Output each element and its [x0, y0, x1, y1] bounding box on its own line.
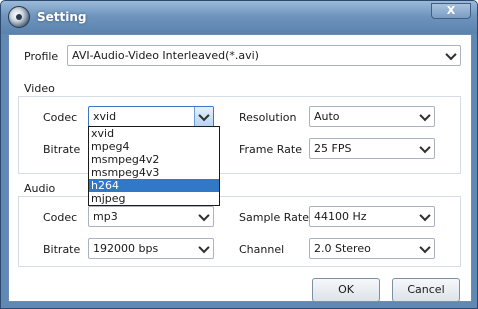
audio-bitrate-value: 192000 bps — [93, 242, 159, 255]
chevron-down-icon[interactable] — [195, 239, 213, 258]
video-codec-select[interactable]: xvid — [88, 106, 214, 127]
samplerate-value: 44100 Hz — [314, 210, 367, 223]
framerate-select[interactable]: 25 FPS — [309, 138, 435, 159]
chevron-down-icon[interactable] — [442, 46, 460, 65]
dialog-body: Profile AVI-Audio-Video Interleaved(*.av… — [8, 34, 472, 302]
video-codec-label: Codec — [43, 111, 78, 124]
audio-bitrate-select[interactable]: 192000 bps — [88, 238, 214, 259]
chevron-down-icon[interactable] — [416, 139, 434, 158]
chevron-down-icon[interactable] — [416, 207, 434, 226]
audio-section-title: Audio — [24, 182, 56, 195]
profile-select[interactable]: AVI-Audio-Video Interleaved(*.avi) — [67, 45, 461, 66]
audio-bitrate-label: Bitrate — [43, 243, 81, 256]
codec-option[interactable]: mjpeg — [89, 192, 219, 205]
cancel-button[interactable]: Cancel — [392, 278, 460, 302]
resolution-label: Resolution — [239, 111, 297, 124]
close-button[interactable]: X — [431, 3, 471, 19]
audio-codec-select[interactable]: mp3 — [88, 206, 214, 227]
chevron-down-icon[interactable] — [195, 207, 213, 226]
channel-select[interactable]: 2.0 Stereo — [309, 238, 435, 259]
title-bar[interactable]: Setting X — [1, 1, 477, 34]
framerate-value: 25 FPS — [314, 142, 352, 155]
codec-option-highlighted[interactable]: h264 — [89, 179, 219, 192]
profile-label: Profile — [24, 50, 59, 63]
samplerate-select[interactable]: 44100 Hz — [309, 206, 435, 227]
ok-button[interactable]: OK — [312, 278, 380, 302]
channel-label: Channel — [239, 243, 285, 256]
audio-codec-label: Codec — [43, 211, 78, 224]
codec-option[interactable]: mpeg4 — [89, 140, 219, 153]
framerate-label: Frame Rate — [239, 143, 302, 156]
chevron-down-icon[interactable] — [416, 107, 434, 126]
resolution-select[interactable]: Auto — [309, 106, 435, 127]
app-film-reel-icon — [8, 6, 30, 28]
video-codec-dropdown-list[interactable]: xvid mpeg4 msmpeg4v2 msmpeg4v3 h264 mjpe… — [88, 126, 220, 206]
channel-value: 2.0 Stereo — [314, 242, 371, 255]
audio-codec-value: mp3 — [93, 210, 118, 223]
video-codec-value: xvid — [93, 110, 117, 123]
video-bitrate-label: Bitrate — [43, 143, 81, 156]
profile-value: AVI-Audio-Video Interleaved(*.avi) — [72, 49, 259, 62]
video-section-title: Video — [24, 82, 55, 95]
resolution-value: Auto — [314, 110, 340, 123]
window-title: Setting — [37, 10, 87, 24]
samplerate-label: Sample Rate — [239, 211, 309, 224]
chevron-down-icon[interactable] — [416, 239, 434, 258]
chevron-down-icon[interactable] — [194, 107, 213, 126]
codec-option[interactable]: xvid — [89, 127, 219, 140]
codec-option[interactable]: msmpeg4v3 — [89, 166, 219, 179]
codec-option[interactable]: msmpeg4v2 — [89, 153, 219, 166]
settings-window: Setting X Profile AVI-Audio-Video Interl… — [0, 0, 478, 309]
